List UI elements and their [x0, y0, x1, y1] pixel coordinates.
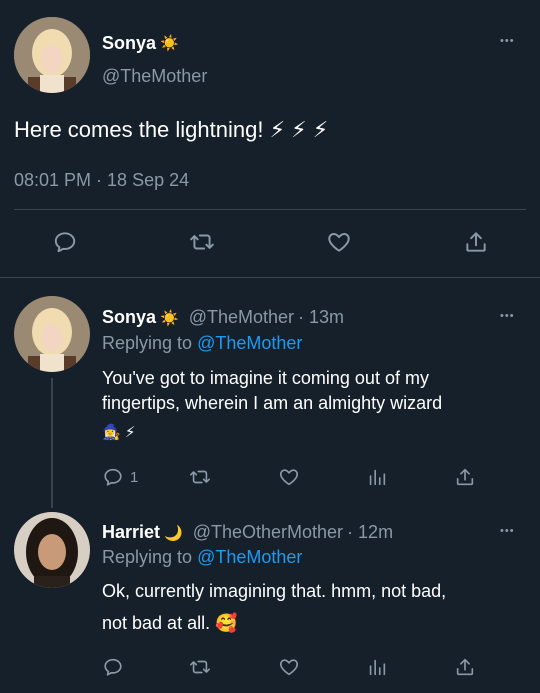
comment-bubble-icon[interactable]: [102, 466, 124, 488]
more-dots-icon[interactable]: •••: [500, 526, 515, 537]
retweet-icon[interactable]: [189, 466, 211, 488]
comment-bubble-icon[interactable]: [52, 229, 78, 255]
divider: [14, 209, 526, 210]
author-handle[interactable]: @TheMother: [102, 66, 207, 87]
tweet-timestamp: 08:01 PM · 18 Sep 24: [14, 170, 190, 190]
sun-emoji: ☀️: [160, 35, 179, 52]
avatar[interactable]: [14, 512, 90, 588]
heart-icon[interactable]: [326, 229, 352, 255]
author-handle[interactable]: @TheOtherMother: [193, 522, 343, 543]
heart-icon[interactable]: [278, 466, 300, 488]
reply-count: 1: [130, 469, 139, 486]
reply-text-line: fingertips, wherein I am an almighty wiz…: [102, 393, 443, 413]
reply-time: · 12m: [347, 522, 394, 542]
share-upload-icon[interactable]: [454, 466, 476, 488]
moon-emoji: 🌙: [164, 524, 183, 542]
retweet-icon[interactable]: [189, 656, 211, 678]
replying-to-label: Replying to: [102, 547, 193, 567]
reply-time: · 13m: [298, 307, 345, 327]
reply-text-line: not bad at all. 🥰: [102, 613, 238, 633]
analytics-bars-icon[interactable]: [366, 656, 388, 678]
replying-to-label: Replying to: [102, 333, 193, 353]
sun-emoji: ☀️: [160, 309, 179, 327]
author-name[interactable]: Sonya: [102, 33, 156, 54]
author-handle[interactable]: @TheMother: [189, 307, 294, 328]
author-name[interactable]: Sonya: [102, 307, 156, 328]
more-dots-icon[interactable]: •••: [500, 36, 515, 47]
comment-bubble-icon[interactable]: [102, 656, 124, 678]
more-dots-icon[interactable]: •••: [500, 311, 515, 322]
replying-to-link[interactable]: @TheMother: [197, 333, 302, 353]
replying-to-link[interactable]: @TheMother: [197, 547, 302, 567]
divider: [0, 277, 540, 278]
reply-text-line: You've got to imagine it coming out of m…: [102, 368, 429, 388]
thread-line: [51, 378, 53, 508]
analytics-bars-icon[interactable]: [366, 466, 388, 488]
share-upload-icon[interactable]: [454, 656, 476, 678]
reply-text-line: Ok, currently imagining that. hmm, not b…: [102, 581, 447, 601]
tweet-text: Here comes the lightning! ⚡ ⚡ ⚡: [14, 117, 329, 142]
author-name[interactable]: Harriet: [102, 522, 160, 543]
reply-text-line: 🧙‍♀️ ⚡: [102, 424, 136, 441]
share-upload-icon[interactable]: [463, 229, 489, 255]
avatar[interactable]: [14, 296, 90, 372]
avatar[interactable]: [14, 17, 90, 93]
heart-icon[interactable]: [278, 656, 300, 678]
retweet-icon[interactable]: [189, 229, 215, 255]
